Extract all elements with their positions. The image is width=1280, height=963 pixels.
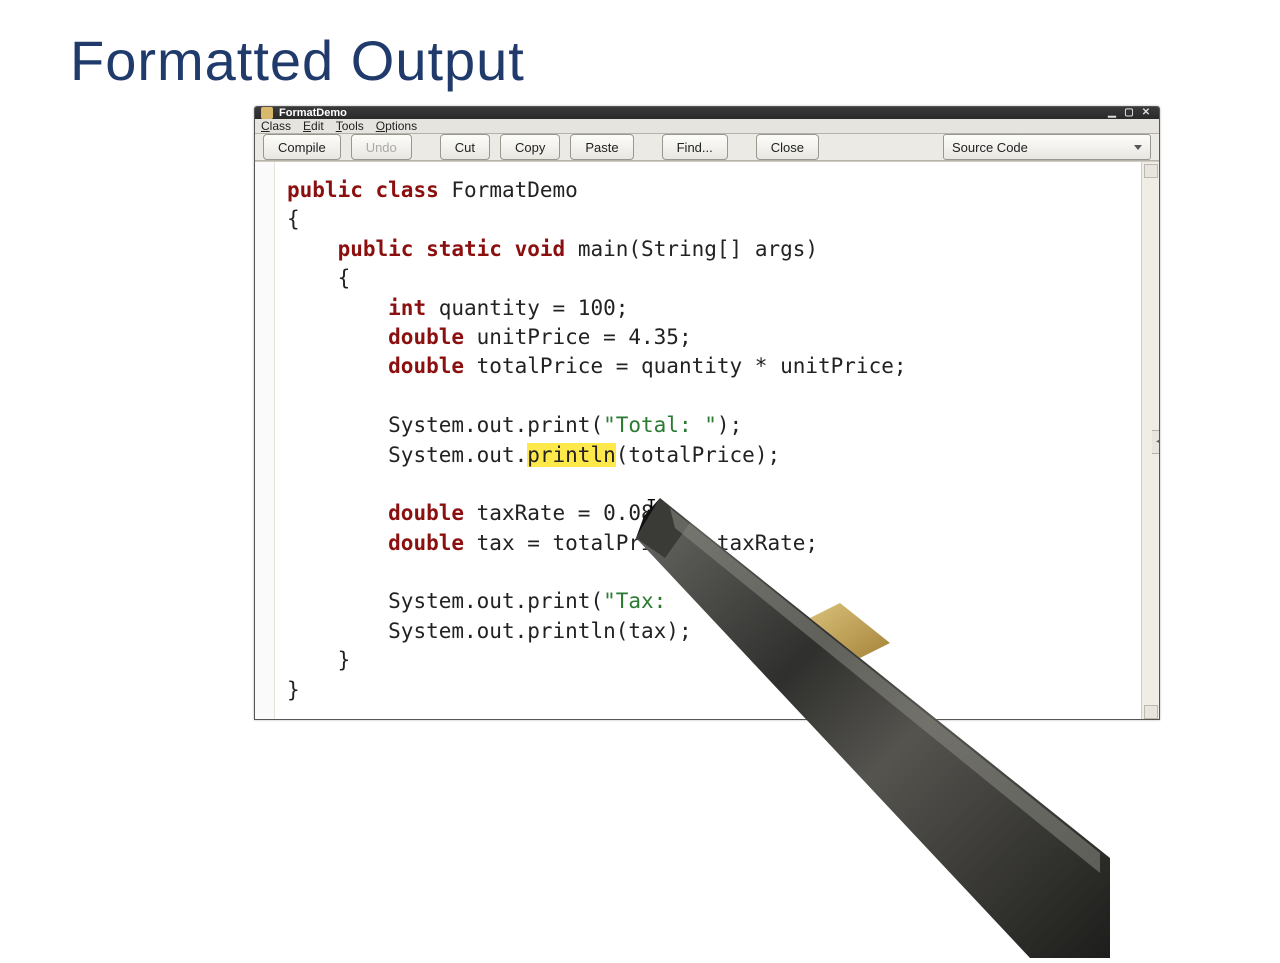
kw-double: double (388, 354, 464, 378)
window-title: FormatDemo (279, 107, 347, 119)
kw-public: public (287, 178, 363, 202)
gutter (255, 162, 275, 720)
toolbar: Compile Undo Cut Copy Paste Find... Clos… (255, 134, 1159, 161)
menu-edit[interactable]: Edit (303, 119, 324, 133)
class-name: FormatDemo (451, 178, 577, 202)
kw-void: void (515, 237, 566, 261)
stmt: ); (717, 413, 742, 437)
scroll-down-icon[interactable] (1144, 705, 1158, 719)
stmt: System.out.print( (388, 413, 603, 437)
stmt: System.out.println(tax); (388, 619, 691, 643)
slide-title: Formatted Output (70, 28, 525, 93)
kw-double: double (388, 531, 464, 555)
string-literal: "Tax: " (603, 589, 717, 613)
app-icon (261, 107, 273, 119)
stmt: ); (717, 589, 742, 613)
kw-class: class (376, 178, 439, 202)
cut-button[interactable]: Cut (440, 134, 490, 160)
kw-double: double (388, 325, 464, 349)
kw-public2: public (338, 237, 414, 261)
highlighted-println: println (527, 443, 616, 467)
stmt: quantity = 100; (426, 296, 628, 320)
minimize-icon[interactable]: ▁ (1105, 107, 1119, 119)
code-area[interactable]: public class FormatDemo { public static … (275, 162, 1141, 720)
kw-static: static (426, 237, 502, 261)
stmt: System.out.print( (388, 589, 603, 613)
compile-button[interactable]: Compile (263, 134, 341, 160)
kw-int: int (388, 296, 426, 320)
scroll-up-icon[interactable] (1144, 164, 1158, 178)
close-button[interactable]: Close (756, 134, 819, 160)
app-window: FormatDemo ▁ ▢ ✕ Class Edit Tools Option… (254, 106, 1160, 720)
brace: { (338, 266, 351, 290)
kw-double: double (388, 501, 464, 525)
stmt: totalPrice = quantity * unitPrice; (464, 354, 907, 378)
stmt: System.out. (388, 443, 527, 467)
chevron-down-icon (1134, 145, 1142, 150)
paste-button[interactable]: Paste (570, 134, 633, 160)
stmt: (totalPrice); (616, 443, 780, 467)
find-button[interactable]: Find... (662, 134, 728, 160)
brace: } (287, 678, 300, 702)
menu-class[interactable]: Class (261, 119, 291, 133)
menu-tools[interactable]: Tools (336, 119, 364, 133)
undo-button[interactable]: Undo (351, 134, 412, 160)
stmt: taxRate = 0.08; (464, 501, 666, 525)
copy-button[interactable]: Copy (500, 134, 560, 160)
stmt: unitPrice = 4.35; (464, 325, 692, 349)
main-sig: main(String[] args) (565, 237, 818, 261)
view-select-label: Source Code (952, 140, 1028, 155)
string-literal: "Total: " (603, 413, 717, 437)
brace: { (287, 207, 300, 231)
brace: } (338, 648, 351, 672)
close-icon[interactable]: ✕ (1139, 107, 1153, 119)
view-select[interactable]: Source Code (943, 134, 1151, 160)
titlebar: FormatDemo ▁ ▢ ✕ (255, 107, 1159, 119)
editor[interactable]: public class FormatDemo { public static … (255, 161, 1159, 720)
panel-collapse-handle[interactable]: ◂ (1152, 430, 1160, 454)
maximize-icon[interactable]: ▢ (1122, 107, 1136, 119)
menubar: Class Edit Tools Options (255, 119, 1159, 134)
stmt: tax = totalPrice * taxRate; (464, 531, 818, 555)
menu-options[interactable]: Options (376, 119, 417, 133)
